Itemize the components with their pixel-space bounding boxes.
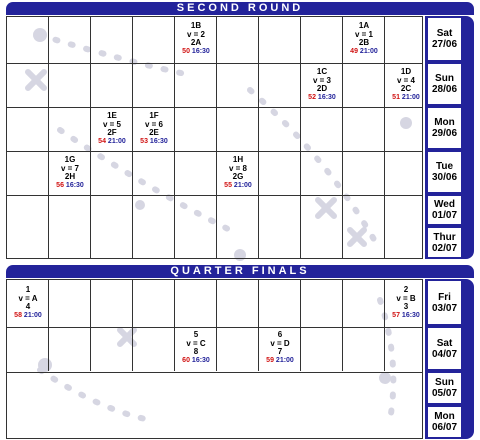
- match-number: 60: [182, 356, 190, 364]
- match-time: 16:30: [65, 181, 84, 189]
- match-number: 52: [308, 93, 316, 101]
- match-60[interactable]: 5 v = C 8 60 16:30: [175, 330, 217, 365]
- day-name: Fri: [438, 291, 451, 303]
- grid-line: [7, 327, 422, 328]
- match-55[interactable]: 1H v = 8 2G 55 21:00: [217, 155, 259, 190]
- day-date: 27/06: [431, 39, 458, 50]
- match-50[interactable]: 1B v = 2 2A 50 16:30: [175, 21, 217, 56]
- day-name: Wed: [434, 199, 455, 210]
- day-name: Mon: [434, 411, 455, 422]
- match-away: 2H: [64, 172, 76, 181]
- day-mon-2906: Mon 29/06: [427, 107, 462, 149]
- match-away: 2G: [232, 172, 244, 181]
- day-wed-0107: Wed 01/07: [427, 195, 462, 225]
- match-time: 21:00: [359, 47, 378, 55]
- day-date: 01/07: [431, 210, 458, 221]
- match-time: 16:30: [191, 47, 210, 55]
- day-mon-0607: Mon 06/07: [427, 406, 462, 438]
- grid-line: [90, 280, 91, 371]
- match-number: 49: [350, 47, 358, 55]
- day-date: 06/07: [431, 422, 458, 433]
- match-59[interactable]: 6 v = D 7 59 21:00: [259, 330, 301, 365]
- grid-line: [7, 107, 422, 108]
- match-time: 16:30: [317, 93, 336, 101]
- match-number: 58: [14, 311, 22, 319]
- second-round-days: Sat 27/06 Sun 28/06 Mon 29/06 Tue 30/06 Wed 0…: [425, 16, 474, 259]
- match-54[interactable]: 1E v = 5 2F 54 21:00: [91, 111, 133, 146]
- day-name: Tue: [435, 161, 454, 172]
- match-time: 21:00: [23, 311, 42, 319]
- second-round-grid: 1B v = 2 2A 50 16:30 1A v = 1 2B 49 21:0…: [6, 16, 423, 259]
- match-number: 56: [56, 181, 64, 189]
- day-date: 29/06: [431, 128, 458, 139]
- match-time: 21:00: [275, 356, 294, 364]
- match-away: 2C: [400, 84, 412, 93]
- grid-line: [258, 17, 259, 258]
- grid-line: [342, 280, 343, 371]
- match-57[interactable]: 2 v = B 3 57 16:30: [385, 285, 427, 320]
- quarter-finals-header: QUARTER FINALS: [6, 265, 474, 278]
- match-number: 50: [182, 47, 190, 55]
- quarter-finals-grid: 1 v = A 4 58 21:00 2 v = B 3 57 16:30 5 …: [6, 279, 423, 439]
- match-51[interactable]: 1D v = 4 2C 51 21:00: [385, 67, 427, 102]
- match-49[interactable]: 1A v = 1 2B 49 21:00: [343, 21, 385, 56]
- match-away: 4: [25, 302, 31, 311]
- day-sat-0407: Sat 04/07: [427, 327, 462, 370]
- day-name: Sun: [435, 377, 454, 388]
- match-time: 21:00: [107, 137, 126, 145]
- day-thu-0207: Thur 02/07: [427, 227, 462, 258]
- match-time: 16:30: [191, 356, 210, 364]
- day-date: 03/07: [431, 302, 458, 314]
- grid-line: [48, 17, 49, 258]
- section-title: QUARTER FINALS: [170, 265, 310, 277]
- match-time: 16:30: [149, 137, 168, 145]
- match-away: 8: [193, 347, 199, 356]
- match-number: 59: [266, 356, 274, 364]
- match-away: 2B: [358, 38, 370, 47]
- match-time: 21:00: [233, 181, 252, 189]
- match-number: 57: [392, 311, 400, 319]
- grid-line: [7, 151, 422, 152]
- match-number: 51: [392, 93, 400, 101]
- grid-line: [7, 195, 422, 196]
- grid-line: [300, 17, 301, 258]
- match-52[interactable]: 1C v = 3 2D 52 16:30: [301, 67, 343, 102]
- day-name: Sat: [436, 337, 453, 349]
- match-time: 16:30: [401, 311, 420, 319]
- match-away: 2D: [316, 84, 328, 93]
- match-away: 2A: [190, 38, 202, 47]
- section-title: SECOND ROUND: [176, 2, 304, 14]
- day-tue-3006: Tue 30/06: [427, 151, 462, 193]
- match-away: 7: [277, 347, 283, 356]
- day-name: Sun: [435, 73, 454, 84]
- day-date: 30/06: [431, 172, 458, 183]
- day-name: Sat: [436, 28, 453, 39]
- match-number: 53: [140, 137, 148, 145]
- match-away: 2E: [149, 128, 159, 137]
- grid-line: [7, 63, 422, 64]
- match-away: 2F: [107, 128, 117, 137]
- grid-line: [132, 280, 133, 371]
- match-time: 21:00: [401, 93, 420, 101]
- match-56[interactable]: 1G v = 7 2H 56 16:30: [49, 155, 91, 190]
- match-number: 55: [224, 181, 232, 189]
- day-name: Thur: [433, 231, 456, 243]
- day-fri-0307: Fri 03/07: [427, 280, 462, 325]
- day-date: 02/07: [431, 242, 458, 254]
- match-58[interactable]: 1 v = A 4 58 21:00: [7, 285, 49, 320]
- day-date: 05/07: [431, 388, 458, 399]
- day-sun-2806: Sun 28/06: [427, 63, 462, 105]
- day-sun-0507: Sun 05/07: [427, 372, 462, 404]
- match-53[interactable]: 1F v = 6 2E 53 16:30: [133, 111, 175, 146]
- day-sat-2706: Sat 27/06: [427, 17, 462, 61]
- quarter-finals-days: Fri 03/07 Sat 04/07 Sun 05/07 Mon 06/07: [425, 279, 474, 439]
- match-number: 54: [98, 137, 106, 145]
- grid-line: [7, 372, 422, 373]
- day-name: Mon: [434, 117, 455, 128]
- second-round-header: SECOND ROUND: [6, 2, 474, 15]
- day-date: 04/07: [431, 348, 458, 360]
- day-date: 28/06: [431, 84, 458, 95]
- match-away: 3: [403, 302, 409, 311]
